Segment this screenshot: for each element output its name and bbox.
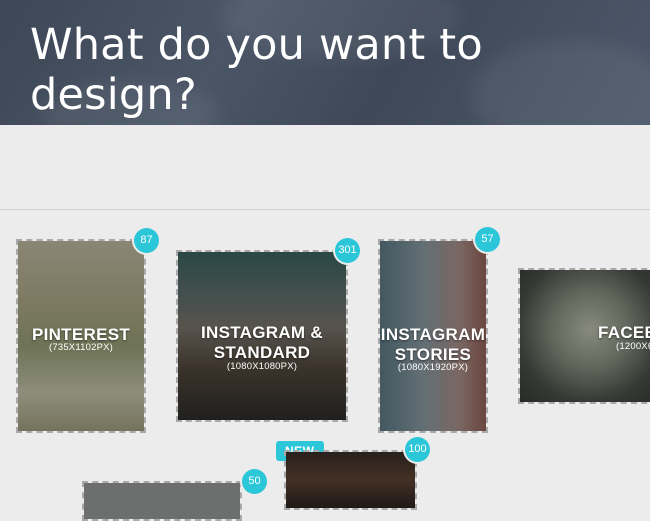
template-card-pinterest[interactable]: PINTEREST (735X1102PX) <box>16 239 146 433</box>
template-count-badge: 301 <box>335 238 360 263</box>
template-size: (1080X1920PX) <box>397 362 469 373</box>
template-card-instagram-standard[interactable]: INSTAGRAM & STANDARD (1080X1080PX) <box>176 250 348 422</box>
template-size: (1080X1080PX) <box>226 361 298 372</box>
template-count-badge: 87 <box>134 228 159 253</box>
template-card[interactable] <box>82 481 242 521</box>
template-name: INSTAGRAM & STANDARD <box>201 323 323 362</box>
template-size: (1200X6 <box>616 341 650 352</box>
template-count-badge: 50 <box>242 469 267 494</box>
template-count-badge: 57 <box>475 227 500 252</box>
template-card[interactable] <box>284 450 417 510</box>
section-divider <box>0 209 650 210</box>
template-card-instagram-stories[interactable]: INSTAGRAM STORIES (1080X1920PX) <box>378 239 488 433</box>
template-card-facebook[interactable]: FACEB (1200X6 <box>518 268 650 404</box>
template-count-badge: 100 <box>405 437 430 462</box>
template-size: (735X1102PX) <box>48 342 113 353</box>
hero-banner: What do you want to design? <box>0 0 650 125</box>
page-title: What do you want to design? <box>30 20 483 120</box>
template-name: INSTAGRAM STORIES <box>380 325 486 364</box>
template-name: FACEB <box>598 323 650 342</box>
